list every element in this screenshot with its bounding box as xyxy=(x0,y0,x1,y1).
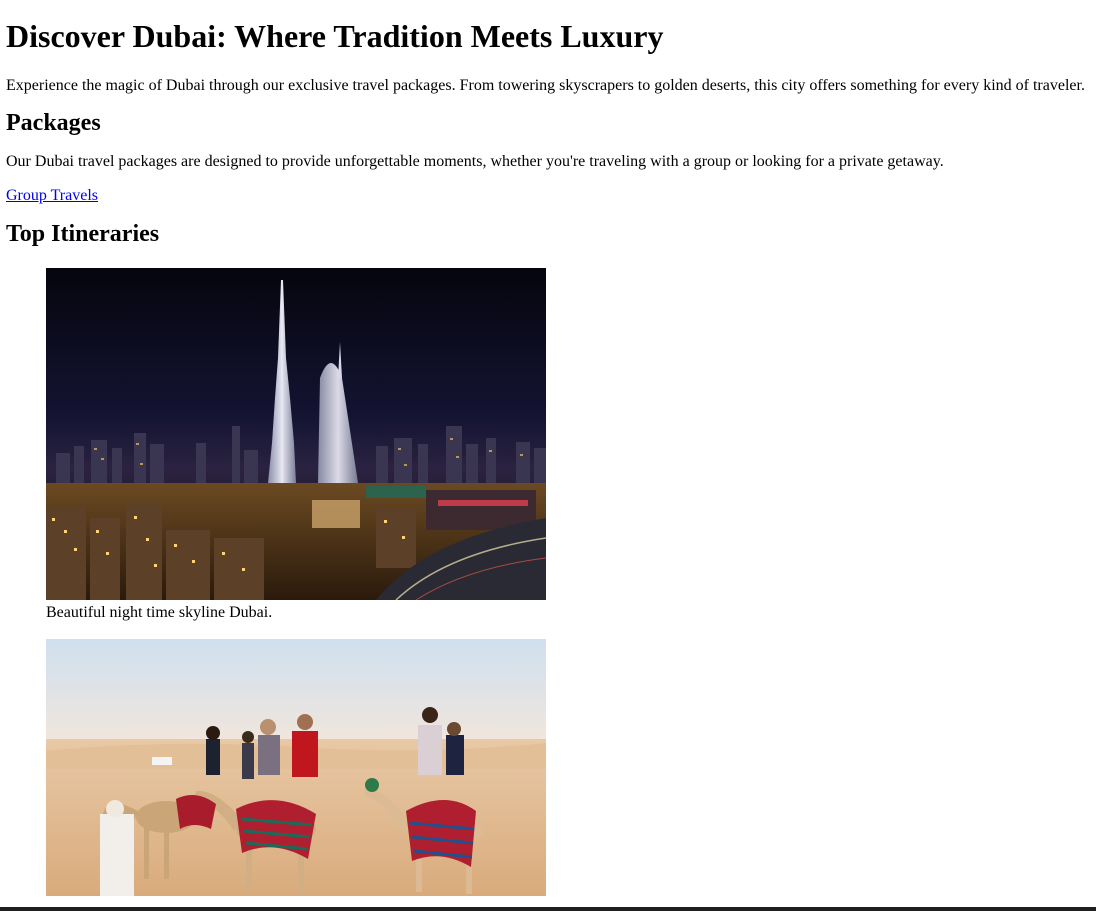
group-travels-line: Group Travels xyxy=(6,186,1090,206)
itineraries-heading: Top Itineraries xyxy=(6,221,160,247)
group-travels-link[interactable]: Group Travels xyxy=(6,187,98,204)
bottom-edge-bar xyxy=(0,907,1096,911)
desert-camel-ride-image xyxy=(46,639,546,896)
itinerary-figure-desert xyxy=(46,639,546,896)
dubai-night-skyline-image xyxy=(46,268,546,600)
page-content: Discover Dubai: Where Tradition Meets Lu… xyxy=(0,0,1096,896)
itinerary-figure-skyline: Beautiful night time skyline Dubai. xyxy=(46,268,546,623)
packages-heading: Packages xyxy=(6,110,101,136)
intro-paragraph: Experience the magic of Dubai through ou… xyxy=(6,77,1085,94)
itinerary-caption: Beautiful night time skyline Dubai. xyxy=(46,604,273,621)
packages-description: Our Dubai travel packages are designed t… xyxy=(6,153,944,170)
page-title: Discover Dubai: Where Tradition Meets Lu… xyxy=(6,18,664,54)
